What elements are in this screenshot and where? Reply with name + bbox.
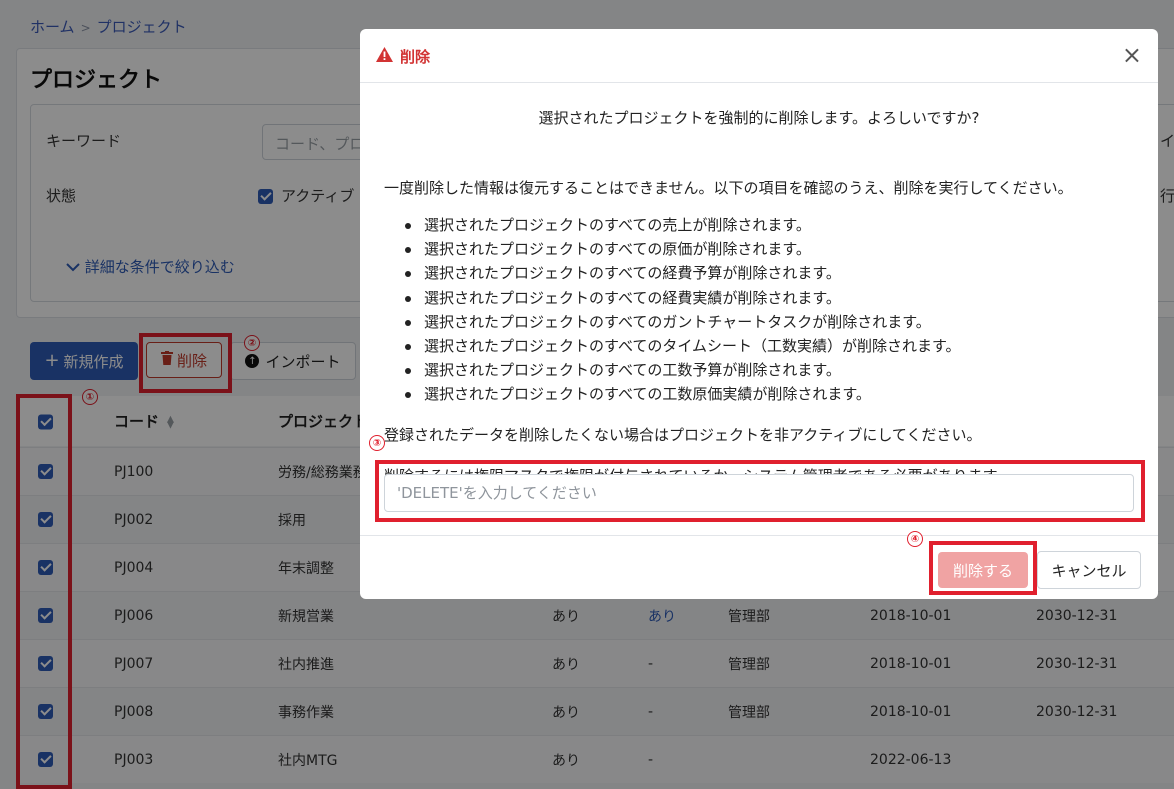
inactive-note: 登録されたデータを削除したくない場合はプロジェクトを非アクティブにしてください。 [384, 426, 982, 444]
annotation-input-highlight [375, 460, 1145, 522]
confirm-question: 選択されたプロジェクトを強制的に削除します。よろしいですか? [538, 109, 980, 127]
dialog-title: 削除 [376, 46, 430, 67]
annotation-number-3: ③ [369, 435, 385, 451]
list-item: 選択されたプロジェクトのすべての売上が削除されます。 [402, 213, 961, 237]
annotation-number-4: ④ [907, 531, 923, 547]
close-icon[interactable]: × [1122, 43, 1142, 67]
annotation-confirm-highlight [929, 541, 1037, 595]
warning-icon [376, 47, 393, 66]
list-item: 選択されたプロジェクトのすべての工数予算が削除されます。 [402, 358, 961, 382]
dialog-header: 削除 × [360, 29, 1158, 83]
cancel-button[interactable]: キャンセル [1037, 551, 1141, 589]
list-item: 選択されたプロジェクトのすべての経費予算が削除されます。 [402, 261, 961, 285]
list-item: 選択されたプロジェクトのすべての経費実績が削除されます。 [402, 286, 961, 310]
dialog-footer: 削除する キャンセル [360, 535, 1158, 599]
list-item: 選択されたプロジェクトのすべての原価が削除されます。 [402, 237, 961, 261]
list-item: 選択されたプロジェクトのすべてのタイムシート（工数実績）が削除されます。 [402, 334, 961, 358]
list-item: 選択されたプロジェクトのすべてのガントチャートタスクが削除されます。 [402, 310, 961, 334]
deletion-items-list: 選択されたプロジェクトのすべての売上が削除されます。 選択されたプロジェクトのす… [402, 213, 961, 407]
list-item: 選択されたプロジェクトのすべての工数原価実績が削除されます。 [402, 382, 961, 406]
irreversible-warning: 一度削除した情報は復元することはできません。以下の項目を確認のうえ、削除を実行し… [384, 179, 1073, 197]
dialog-title-text: 削除 [400, 48, 431, 66]
